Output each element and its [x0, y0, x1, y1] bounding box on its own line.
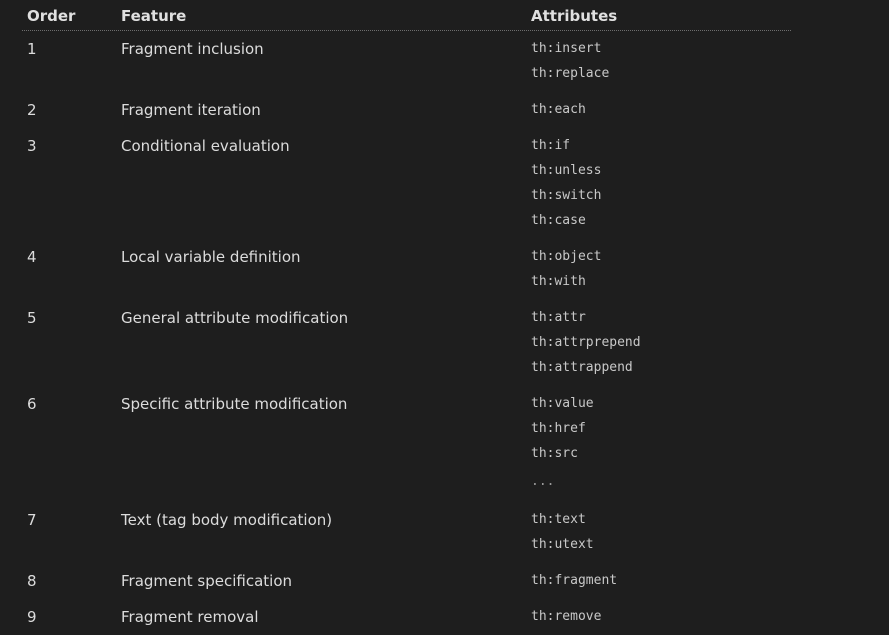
attribute-code: th:switch	[531, 188, 602, 203]
header-attributes: Attributes	[531, 7, 618, 25]
attribute-code: th:utext	[531, 537, 594, 552]
attributes-cell: th:attr th:attrprepend th:attrappend	[526, 300, 791, 386]
attribute-code: th:each	[531, 102, 586, 117]
attribute-code: th:replace	[531, 66, 610, 81]
attributes-cell: th:if th:unless th:switch th:case	[526, 128, 791, 239]
order-cell: 9	[27, 608, 37, 626]
feature-cell: Fragment inclusion	[121, 40, 264, 58]
attribute-code: th:href	[531, 421, 586, 436]
attributes-cell: th:value th:href th:src...	[526, 386, 791, 502]
attributes-cell: th:each	[526, 92, 791, 128]
order-cell: 7	[27, 511, 37, 529]
table-row: 7 Text (tag body modification) th:text th:u…	[22, 502, 791, 563]
attributes-cell: th:object th:with	[526, 239, 791, 300]
order-cell: 5	[27, 309, 37, 327]
attribute-precedence-table: Order Feature Attributes 1 Fragment inclu…	[22, 0, 791, 635]
table-header: Order Feature Attributes	[22, 0, 791, 31]
table-row: 6 Specific attribute modification th:value…	[22, 386, 791, 502]
order-cell: 3	[27, 137, 37, 155]
attribute-code: th:fragment	[531, 573, 618, 588]
order-cell: 2	[27, 101, 37, 119]
header-order: Order	[27, 7, 76, 25]
order-cell: 6	[27, 395, 37, 413]
attribute-code: th:insert	[531, 41, 602, 56]
table-row: 1 Fragment inclusion th:insert th:replace	[22, 31, 791, 92]
attributes-cell: th:insert th:replace	[526, 31, 791, 92]
attribute-code: th:src	[531, 446, 578, 461]
order-cell: 8	[27, 572, 37, 590]
attribute-code: th:object	[531, 249, 602, 264]
attribute-code: ...	[531, 474, 555, 489]
order-cell: 4	[27, 248, 37, 266]
feature-cell: Fragment removal	[121, 608, 259, 626]
table-row: 2 Fragment iteration th:each	[22, 92, 791, 128]
table-body: 1 Fragment inclusion th:insert th:replace 2 F…	[22, 31, 791, 635]
table-row: 3 Conditional evaluation th:if th:unless th:…	[22, 128, 791, 239]
attribute-code: th:with	[531, 274, 586, 289]
attribute-code: th:case	[531, 213, 586, 228]
feature-cell: Fragment iteration	[121, 101, 261, 119]
feature-cell: Text (tag body modification)	[121, 511, 333, 529]
attribute-code: th:text	[531, 512, 586, 527]
attribute-code: th:attr	[531, 310, 586, 325]
table-row: 5 General attribute modification th:attr th…	[22, 300, 791, 386]
feature-cell: General attribute modification	[121, 309, 349, 327]
table-row: 9 Fragment removal th:remove	[22, 599, 791, 635]
header-feature: Feature	[121, 7, 187, 25]
attribute-code: th:if	[531, 138, 571, 153]
feature-cell: Specific attribute modification	[121, 395, 348, 413]
attributes-cell: th:text th:utext	[526, 502, 791, 563]
feature-cell: Local variable definition	[121, 248, 301, 266]
attribute-code: th:attrappend	[531, 360, 633, 375]
attributes-cell: th:remove	[526, 599, 791, 635]
attribute-code: th:unless	[531, 163, 602, 178]
attribute-code: th:value	[531, 396, 594, 411]
attribute-code: th:attrprepend	[531, 335, 641, 350]
order-cell: 1	[27, 40, 37, 58]
table-row: 4 Local variable definition th:object th:wi…	[22, 239, 791, 300]
feature-cell: Conditional evaluation	[121, 137, 290, 155]
feature-cell: Fragment specification	[121, 572, 293, 590]
attributes-cell: th:fragment	[526, 563, 791, 599]
table-row: 8 Fragment specification th:fragment	[22, 563, 791, 599]
